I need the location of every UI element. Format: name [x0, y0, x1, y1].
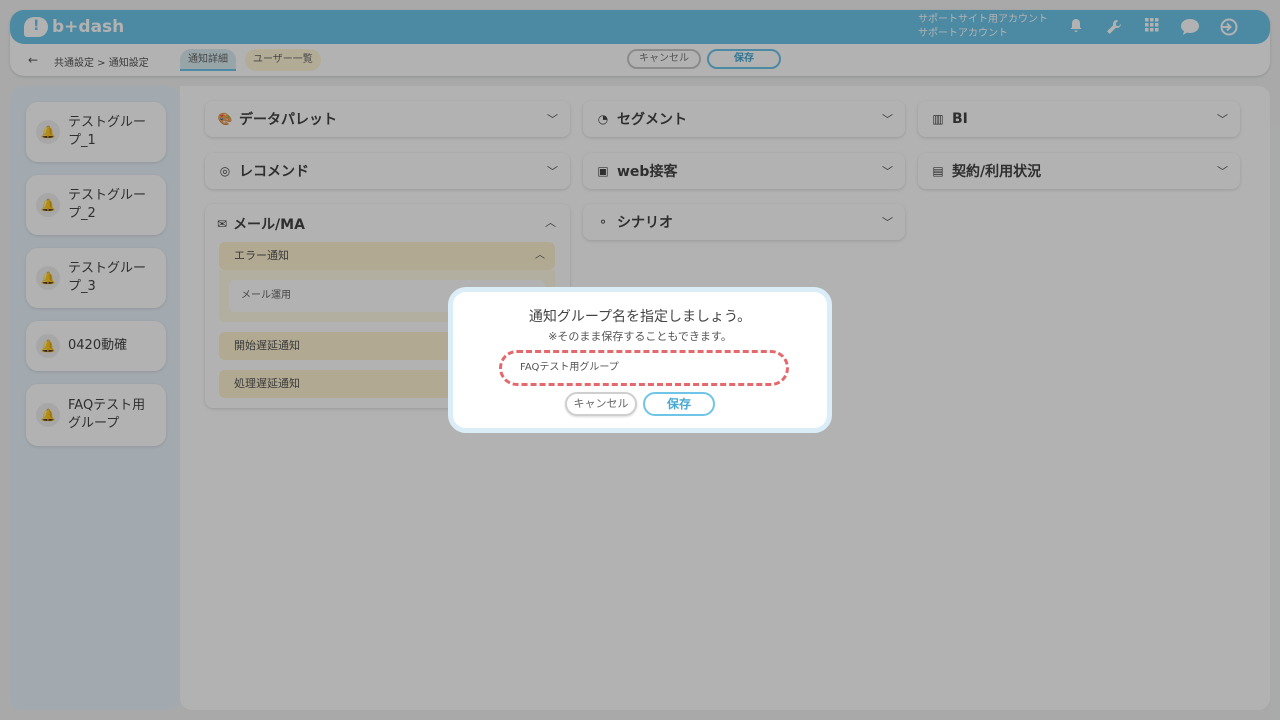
- dialog-note: ※そのまま保存することもできます。: [548, 330, 732, 343]
- dialog-cancel-button[interactable]: キャンセル: [565, 392, 637, 416]
- dialog-save-button[interactable]: 保存: [643, 392, 715, 416]
- group-name-dialog: 通知グループ名を指定しましょう。 ※そのまま保存することもできます。 FAQテス…: [448, 287, 832, 433]
- group-name-input[interactable]: FAQテスト用グループ: [499, 350, 789, 386]
- dialog-title: 通知グループ名を指定しましょう。: [528, 309, 752, 325]
